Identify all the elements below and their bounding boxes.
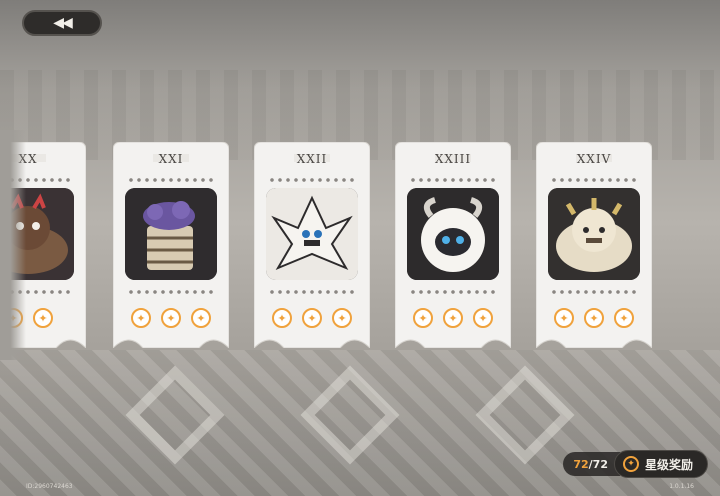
star-icon: ✦	[413, 308, 433, 328]
card-dots-bottom	[268, 290, 356, 294]
star-count-current: 72	[573, 457, 589, 471]
star-icon: ✦	[584, 308, 604, 328]
creature-portrait	[266, 188, 358, 280]
star-icon: ✦	[554, 308, 574, 328]
card-dots-top	[409, 178, 497, 182]
star-count-total: 72	[592, 457, 608, 471]
white-fluffy-ram-icon	[407, 188, 499, 280]
card-dots-bottom	[409, 290, 497, 294]
star-reward-label: 星级奖励	[644, 457, 693, 472]
star-icon: ✦	[33, 308, 53, 328]
star-icon: ✦	[161, 308, 181, 328]
star-icon: ✦	[443, 308, 463, 328]
card-stars: ✦ ✦ ✦	[536, 308, 652, 328]
star-icon: ✦	[131, 308, 151, 328]
card-dots-bottom	[127, 290, 215, 294]
star-icon: ✦	[272, 308, 292, 328]
back-button[interactable]: ◀◀	[22, 10, 102, 36]
card-stars: ✦ ✦ ✦	[254, 308, 370, 328]
creature-portrait	[407, 188, 499, 280]
star-reward-button[interactable]: ✦ 星级奖励	[613, 450, 708, 478]
star-icon: ✦	[191, 308, 211, 328]
star-icon: ✦	[332, 308, 352, 328]
star-counter: 72 / 72	[563, 452, 620, 476]
card-dots-top	[550, 178, 638, 182]
card-dots-top	[127, 178, 215, 182]
version-text: 1.0.1.16	[669, 483, 694, 490]
card-stars: ✦ ✦ ✦	[395, 308, 511, 328]
card-stars: ✦ ✦ ✦	[113, 308, 229, 328]
stage-numeral: XXIII	[434, 152, 472, 166]
cream-horned-beast-icon	[548, 188, 640, 280]
stage-numeral: XXI	[158, 152, 184, 166]
stage-card[interactable]: XXI ✦ ✦ ✦	[113, 142, 229, 348]
star-icon: ✦	[622, 456, 639, 472]
star-icon: ✦	[473, 308, 493, 328]
stage-card[interactable]: XXIV ✦ ✦ ✦	[536, 142, 652, 348]
star-reward-bar: 72 / 72 ✦ 星级奖励	[563, 450, 708, 478]
star-icon: ✦	[614, 308, 634, 328]
stage-numeral: XXII	[296, 152, 328, 166]
card-dots-top	[268, 178, 356, 182]
stage-card[interactable]: XXIII ✦ ✦ ✦	[395, 142, 511, 348]
player-id: ID:2960742463	[26, 483, 73, 490]
white-spiky-beast-icon	[266, 188, 358, 280]
creature-portrait	[125, 188, 217, 280]
card-dots-bottom	[550, 290, 638, 294]
stage-card[interactable]: XXII ✦ ✦ ✦	[254, 142, 370, 348]
purple-rock-barrel-icon	[125, 188, 217, 280]
double-chevron-left-icon: ◀◀	[53, 15, 72, 31]
carousel-fade-left	[0, 130, 26, 360]
stage-numeral: XXIV	[576, 152, 612, 166]
star-icon: ✦	[302, 308, 322, 328]
creature-portrait	[548, 188, 640, 280]
